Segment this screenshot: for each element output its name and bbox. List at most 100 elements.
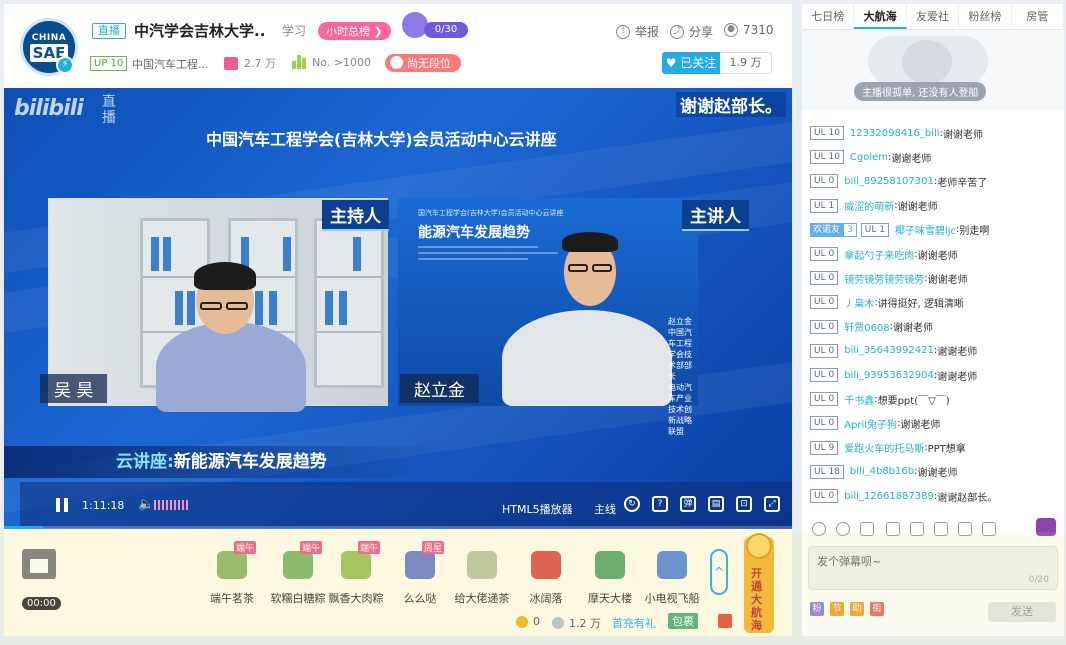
bilibili-logo: bilibili <box>14 96 84 121</box>
danmaku-toggle-icon[interactable]: 弹 <box>680 496 696 512</box>
quick-tag[interactable]: 助 <box>850 602 864 616</box>
block-icon[interactable] <box>910 522 924 536</box>
line-select[interactable]: 主线 <box>594 501 616 517</box>
danmaku-username[interactable]: Cgolem <box>850 152 888 163</box>
danmaku-username[interactable]: bili_89258107301 <box>844 176 934 187</box>
quick-tag[interactable]: 街 <box>870 602 884 616</box>
tab-3[interactable]: 粉丝榜 <box>959 4 1012 29</box>
danmaku-list[interactable]: UL 10 12332098416_bili : 谢谢老师 UL 10 Cgolem … <box>802 122 1064 512</box>
danmaku-username[interactable]: 镜劳镜劳镜劳镜劳 <box>844 271 924 286</box>
open-fleet-button[interactable]: 开通大航海 <box>744 533 774 633</box>
palette-icon[interactable] <box>836 522 850 536</box>
danmaku-row[interactable]: UL 0 bili_12661887389 : 谢谢赵部长。 <box>810 487 997 505</box>
guard-progress[interactable]: 0/30 <box>424 22 468 38</box>
quick-tag[interactable]: 粉 <box>810 602 824 616</box>
danmaku-row[interactable]: UL 0 轩贾0608 : 谢谢老师 <box>810 318 933 336</box>
danmaku-row[interactable]: UL 10 12332098416_bili : 谢谢老师 <box>810 124 983 142</box>
gold-balance-value: 0 <box>533 615 540 628</box>
danmaku-row[interactable]: UL 0 丿枭木 : 讲得挺好, 逻辑清晰 <box>810 293 964 311</box>
danmaku-row[interactable]: UL 0 拿起勺子来吃肉 : 谢谢老师 <box>810 245 958 263</box>
follower-count: 1.9 万 <box>720 52 772 74</box>
danmaku-row[interactable]: UL 0 bili_93953632904 : 谢谢老师 <box>810 366 977 384</box>
danmaku-username[interactable]: bili_4b8b16b <box>850 466 914 477</box>
danmaku-row[interactable]: UL 0 镜劳镜劳镜劳镜劳 : 谢谢老师 <box>810 269 968 287</box>
danmaku-row[interactable]: UL 0 千书鑫 : 想要ppt(￣▽￣) <box>810 390 950 408</box>
danmaku-row[interactable]: UL 10 Cgolem : 谢谢老师 <box>810 148 931 166</box>
help-icon[interactable]: ? <box>652 496 668 512</box>
danmaku-username[interactable]: 丿枭木 <box>844 295 874 310</box>
danmaku-row[interactable]: UL 0 bili_89258107301 : 老师辛苦了 <box>810 172 987 190</box>
report-icon[interactable] <box>934 522 948 536</box>
danmaku-username[interactable]: April兔子狗 <box>844 416 897 431</box>
danmaku-username[interactable]: bili_12661887389 <box>844 491 934 502</box>
danmaku-row[interactable]: UL 18 bili_4b8b16b : 谢谢老师 <box>810 463 957 481</box>
danmaku-username[interactable]: 12332098416_bili <box>850 128 940 139</box>
danmaku-row[interactable]: UL 1 威涩的萌新 : 谢谢老师 <box>810 197 938 215</box>
danmaku-row[interactable]: UL 0 bili_35643992421 : 谢谢老师 <box>810 342 977 360</box>
hourly-rank-button[interactable]: 小时总榜 ❯ <box>318 22 391 40</box>
volume-slider[interactable] <box>154 500 188 510</box>
gift-item[interactable]: 给大佬递茶 <box>452 541 512 606</box>
danmaku-settings-icon[interactable]: ▤ <box>708 496 724 512</box>
room-gift-icon[interactable] <box>22 549 56 579</box>
gift-icon <box>224 56 238 70</box>
chat-bubble-icon[interactable] <box>1036 518 1056 536</box>
gift-timer: 00:00 <box>22 597 61 610</box>
danmaku-username[interactable]: 威涩的萌新 <box>844 198 894 213</box>
report-button[interactable]: ! 举报 <box>616 23 659 40</box>
gift-item[interactable]: 冰阔落 <box>516 541 576 606</box>
gift-item[interactable]: 么么哒 周星 <box>390 541 450 606</box>
package-button[interactable]: 包裹 <box>668 613 698 629</box>
expand-gifts-button[interactable]: ^ <box>710 549 728 595</box>
fullscreen-icon[interactable]: ⤢ <box>764 496 780 512</box>
danmaku-row[interactable]: 欢诺友 3 UL 1 椰子味雪碧ljc : 别走啊 <box>810 221 989 239</box>
gift-item[interactable]: 摩天大楼 <box>580 541 640 606</box>
danmaku-username[interactable]: bili_93953632904 <box>844 370 934 381</box>
gift-item[interactable]: 飘香大肉粽 端午 <box>326 541 386 606</box>
silver-balance[interactable]: 1.2 万 <box>552 615 601 631</box>
fan-medal-level: 3 <box>843 222 857 237</box>
follow-button[interactable]: ♥ 已关注 <box>662 52 720 74</box>
danmaku-username[interactable]: 爱跑火车的托马斯 <box>844 440 924 455</box>
share-button[interactable]: ⤴ 分享 <box>670 23 713 40</box>
host-name-plate: 吴 昊 <box>40 374 108 403</box>
video-player[interactable]: bilibili 直播 谢谢赵部长。 中国汽车工程学会(吉林大学)会员活动中心云… <box>4 88 792 529</box>
danmaku-username[interactable]: 拿起勺子来吃肉 <box>844 247 914 262</box>
danmaku-input[interactable]: 发个弹幕呗~ 0/20 <box>808 546 1058 590</box>
history-icon[interactable] <box>982 522 996 536</box>
volume-icon[interactable]: 🔈 <box>138 497 154 512</box>
anchor-name[interactable]: 中国汽车工程... <box>132 56 209 72</box>
gold-balance[interactable]: 0 <box>516 615 540 628</box>
gift-box-icon[interactable] <box>718 614 732 628</box>
danmaku-row[interactable]: UL 9 爱跑火车的托马斯 : PPT想拿 <box>810 439 966 457</box>
lottery-icon[interactable] <box>958 522 972 536</box>
gift-item[interactable]: 端午茗茶 端午 <box>202 541 262 606</box>
user-level-badge: UL 0 <box>810 392 839 407</box>
web-fullscreen-icon[interactable]: ⊡ <box>736 496 752 512</box>
danmaku-username[interactable]: 轩贾0608 <box>844 319 889 334</box>
player-type-label[interactable]: HTML5播放器 <box>502 501 573 517</box>
danmaku-row[interactable]: UL 0 April兔子狗 : 谢谢老师 <box>810 414 940 432</box>
shield-icon[interactable] <box>886 522 900 536</box>
danmaku-username[interactable]: 千书鑫 <box>844 392 874 407</box>
tab-4[interactable]: 房管 <box>1012 4 1065 29</box>
danmaku-username[interactable]: bili_35643992421 <box>844 345 934 356</box>
user-level-badge: UL 9 <box>810 440 839 455</box>
tab-1[interactable]: 大航海 <box>854 4 907 29</box>
emoji-icon[interactable] <box>812 522 826 536</box>
send-button[interactable]: 发送 <box>988 602 1056 622</box>
star-icon[interactable] <box>860 522 874 536</box>
gift-item[interactable]: 小电视飞船 <box>642 541 702 606</box>
quick-tag[interactable]: 节 <box>830 602 844 616</box>
no-rank-badge[interactable]: 尚无段位 <box>385 54 461 72</box>
danmaku-input-placeholder: 发个弹幕呗~ <box>817 555 882 568</box>
pause-button[interactable] <box>56 498 70 512</box>
gift-item[interactable]: 软糯白糖粽 端午 <box>268 541 328 606</box>
first-charge-link[interactable]: 首充有礼 <box>612 615 656 631</box>
rank-stat[interactable]: No. >1000 <box>292 55 371 69</box>
danmaku-username[interactable]: 椰子味雪碧ljc <box>895 222 956 237</box>
user-level-badge: UL 0 <box>810 416 839 431</box>
tab-0[interactable]: 七日榜 <box>802 4 855 29</box>
refresh-icon[interactable]: ↻ <box>624 496 640 512</box>
tab-2[interactable]: 友爱社 <box>907 4 960 29</box>
